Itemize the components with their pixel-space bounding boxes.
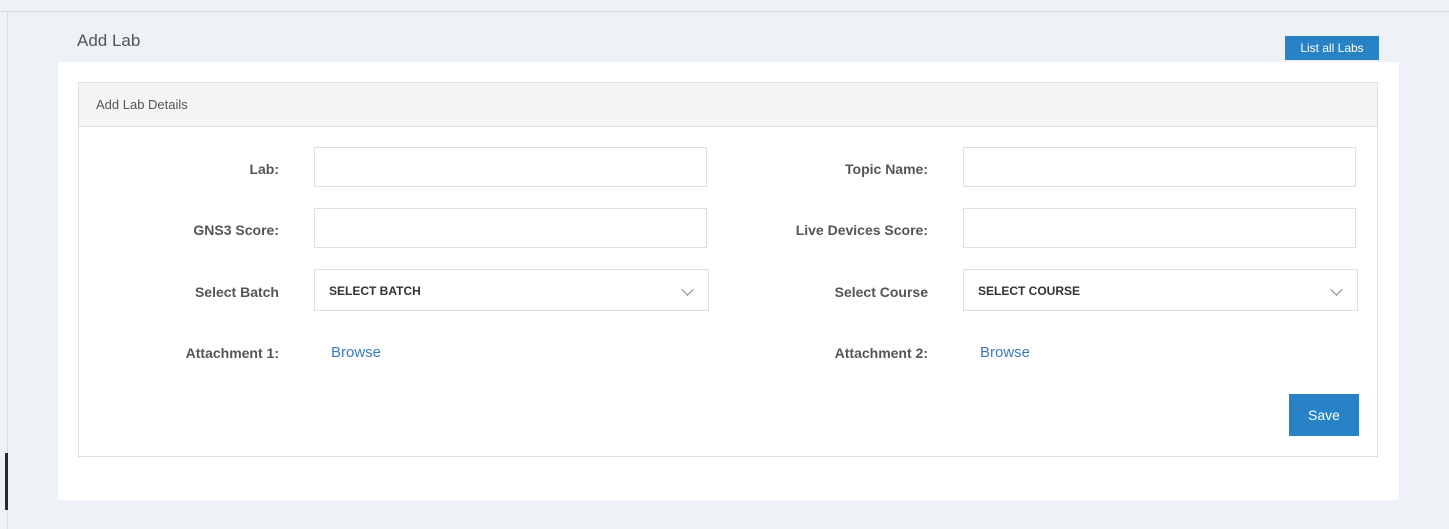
left-divider: [7, 12, 8, 529]
lab-input[interactable]: [314, 147, 707, 187]
chevron-down-icon: [681, 283, 694, 296]
select-course-value: SELECT COURSE: [978, 284, 1081, 298]
select-batch-value: SELECT BATCH: [329, 284, 421, 298]
panel-header: Add Lab Details: [79, 83, 1377, 127]
content-card: Add Lab Details Lab: Topic Name: GNS3 Sc…: [58, 62, 1399, 500]
page: Add Lab List all Labs Add Lab Details La…: [0, 0, 1449, 529]
save-button[interactable]: Save: [1289, 394, 1359, 436]
attachment-2-browse-link[interactable]: Browse: [980, 344, 1030, 361]
live-devices-score-input[interactable]: [963, 208, 1356, 248]
topic-name-input[interactable]: [963, 147, 1356, 187]
select-course-dropdown[interactable]: SELECT COURSE: [963, 269, 1358, 311]
attachment-1-label: Attachment 1:: [185, 345, 279, 361]
attachment-2-label: Attachment 2:: [834, 345, 928, 361]
select-batch-label: Select Batch: [194, 284, 279, 300]
topic-name-label: Topic Name:: [845, 161, 928, 177]
live-devices-score-label: Live Devices Score:: [795, 222, 928, 238]
left-edge-marker: [5, 453, 8, 510]
chevron-down-icon: [1330, 283, 1343, 296]
page-title: Add Lab: [77, 31, 141, 50]
top-divider: [0, 11, 1449, 12]
select-batch-dropdown[interactable]: SELECT BATCH: [314, 269, 709, 311]
add-lab-panel: Add Lab Details Lab: Topic Name: GNS3 Sc…: [78, 82, 1378, 457]
attachment-1-browse-link[interactable]: Browse: [331, 344, 381, 361]
gns3-score-input[interactable]: [314, 208, 707, 248]
select-course-label: Select Course: [834, 284, 928, 300]
list-all-labs-button[interactable]: List all Labs: [1285, 36, 1379, 60]
lab-label: Lab:: [249, 161, 279, 177]
gns3-score-label: GNS3 Score:: [193, 222, 279, 238]
